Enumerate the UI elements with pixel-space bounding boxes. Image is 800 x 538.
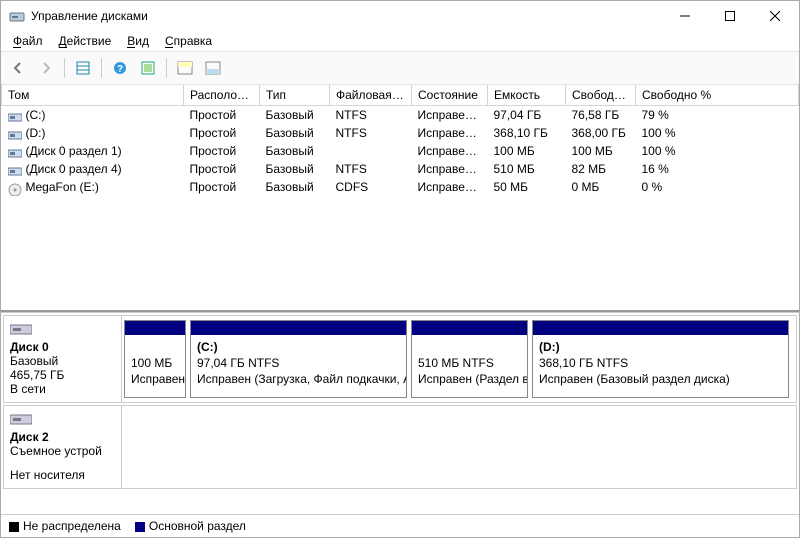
disk-row[interactable]: Диск 0Базовый465,75 ГБВ сети 100 МБИспра…: [3, 315, 797, 403]
close-button[interactable]: [752, 1, 797, 31]
col-tom[interactable]: Том: [2, 85, 184, 106]
menu-action[interactable]: Действие: [51, 32, 120, 50]
disk-label[interactable]: Диск 2Съемное устройНет носителя: [4, 406, 122, 488]
unallocated-swatch: [9, 522, 19, 532]
forward-button[interactable]: [33, 55, 59, 81]
volume-row[interactable]: MegaFon (E:)ПростойБазовыйCDFSИсправен…5…: [2, 178, 799, 196]
volume-row[interactable]: (Диск 0 раздел 1)ПростойБазовыйИсправен……: [2, 142, 799, 160]
volume-icon: [8, 183, 22, 193]
legend-primary: Основной раздел: [135, 519, 246, 533]
disk-icon: [10, 412, 32, 426]
back-button[interactable]: [5, 55, 31, 81]
help-button[interactable]: ?: [107, 55, 133, 81]
volume-icon: [8, 165, 22, 175]
show-bottom-button[interactable]: [200, 55, 226, 81]
partition-bar: [533, 321, 788, 335]
col-status[interactable]: Состояние: [412, 85, 488, 106]
titlebar: Управление дисками: [1, 1, 799, 31]
window-controls: [662, 1, 797, 31]
menubar: Файл Действие Вид Справка: [1, 31, 799, 51]
partition[interactable]: 100 МБИсправен (Ш: [124, 320, 186, 398]
svg-text:?: ?: [117, 64, 123, 75]
column-header-row: Том Располож… Тип Файловая с… Состояние …: [2, 85, 799, 106]
menu-file[interactable]: Файл: [5, 32, 51, 50]
legend-unallocated: Не распределена: [9, 519, 121, 533]
menu-view[interactable]: Вид: [119, 32, 157, 50]
partition-bar: [125, 321, 185, 335]
disk-partitions: 100 МБИсправен (Ш(C:)97,04 ГБ NTFSИсправ…: [122, 316, 796, 402]
volume-icon: [8, 147, 22, 157]
volume-name: (Диск 0 раздел 1): [26, 144, 122, 158]
refresh-button[interactable]: [135, 55, 161, 81]
col-type[interactable]: Тип: [260, 85, 330, 106]
volume-name: MegaFon (E:): [26, 180, 99, 194]
col-free[interactable]: Свобод…: [566, 85, 636, 106]
minimize-button[interactable]: [662, 1, 707, 31]
partition[interactable]: (C:)97,04 ГБ NTFSИсправен (Загрузка, Фай…: [190, 320, 407, 398]
col-freepct[interactable]: Свободно %: [636, 85, 799, 106]
col-fs[interactable]: Файловая с…: [330, 85, 412, 106]
volume-row[interactable]: (D:)ПростойБазовыйNTFSИсправен…368,10 ГБ…: [2, 124, 799, 142]
toolbar: ?: [1, 51, 799, 85]
col-capacity[interactable]: Емкость: [488, 85, 566, 106]
volume-name: (D:): [26, 126, 46, 140]
partition-bar: [191, 321, 406, 335]
toolbar-separator: [64, 58, 65, 78]
volume-name: (C:): [26, 108, 46, 122]
col-layout[interactable]: Располож…: [184, 85, 260, 106]
window-title: Управление дисками: [31, 9, 662, 23]
disk-map[interactable]: Диск 0Базовый465,75 ГБВ сети 100 МБИспра…: [1, 312, 799, 514]
menu-help[interactable]: Справка: [157, 32, 220, 50]
volume-table: Том Располож… Тип Файловая с… Состояние …: [1, 85, 799, 196]
disk-icon: [10, 322, 32, 336]
volume-name: (Диск 0 раздел 4): [26, 162, 122, 176]
partition[interactable]: (D:)368,10 ГБ NTFSИсправен (Базовый разд…: [532, 320, 789, 398]
disk-row[interactable]: Диск 2Съемное устройНет носителя: [3, 405, 797, 489]
partition[interactable]: 510 МБ NTFSИсправен (Раздел в: [411, 320, 528, 398]
volume-icon: [8, 111, 22, 121]
legend: Не распределена Основной раздел: [1, 514, 799, 537]
toolbar-separator: [166, 58, 167, 78]
disk-management-window: Управление дисками Файл Действие Вид Спр…: [0, 0, 800, 538]
maximize-button[interactable]: [707, 1, 752, 31]
volume-row[interactable]: (C:)ПростойБазовыйNTFSИсправен…97,04 ГБ7…: [2, 106, 799, 125]
partition-bar: [412, 321, 527, 335]
view-list-button[interactable]: [70, 55, 96, 81]
disk-partitions: [122, 406, 796, 488]
toolbar-separator: [101, 58, 102, 78]
volume-list[interactable]: Том Располож… Тип Файловая с… Состояние …: [1, 85, 799, 312]
primary-swatch: [135, 522, 145, 532]
volume-row[interactable]: (Диск 0 раздел 4)ПростойБазовыйNTFSИспра…: [2, 160, 799, 178]
volume-icon: [8, 129, 22, 139]
disk-label[interactable]: Диск 0Базовый465,75 ГБВ сети: [4, 316, 122, 402]
app-icon: [9, 8, 25, 24]
show-top-button[interactable]: [172, 55, 198, 81]
